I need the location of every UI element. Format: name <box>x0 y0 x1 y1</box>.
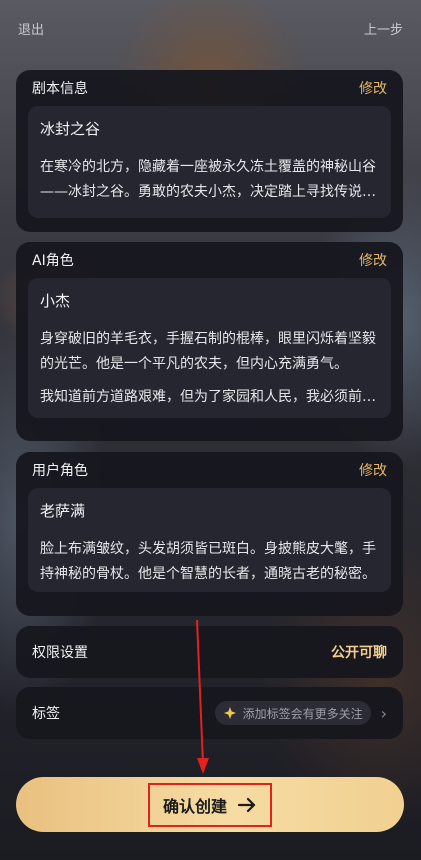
card-title: 用户角色 <box>32 463 88 479</box>
edit-script-button[interactable]: 修改 <box>359 78 387 98</box>
user-role-name: 老萨满 <box>40 502 86 520</box>
chevron-right-icon: › <box>380 703 387 723</box>
add-tags-hint-text: 添加标签会有更多关注 <box>242 706 363 721</box>
permission-label: 权限设置 <box>32 645 88 661</box>
tags-row[interactable]: 标签 添加标签会有更多关注 › <box>16 687 403 739</box>
script-info-card: 剧本信息 修改 冰封之谷 在寒冷的北方，隐藏着一座被永久冻土覆盖的神秘山谷——冰… <box>16 70 403 232</box>
script-name: 冰封之谷 <box>40 120 101 138</box>
top-bar: 退出 上一步 <box>0 0 421 56</box>
ai-role-card: AI角色 修改 小杰 身穿破旧的羊毛衣，手握石制的棍棒，眼里闪烁着坚毅的光芒。他… <box>16 242 403 441</box>
ai-role-content[interactable]: 小杰 身穿破旧的羊毛衣，手握石制的棍棒，眼里闪烁着坚毅的光芒。他是一个平凡的农夫… <box>28 278 391 418</box>
card-title: AI角色 <box>32 253 74 269</box>
permission-value: 公开可聊 <box>331 645 387 661</box>
confirm-create-button[interactable]: 确认创建 <box>16 777 404 832</box>
annotation-highlight-box: 确认创建 <box>148 782 272 827</box>
user-role-card: 用户角色 修改 老萨满 脸上布满皱纹，头发胡须皆已斑白。身披熊皮大氅，手持神秘的… <box>16 452 403 616</box>
edit-ai-role-button[interactable]: 修改 <box>359 250 387 270</box>
script-description: 在寒冷的北方，隐藏着一座被永久冻土覆盖的神秘山谷——冰封之谷。勇敢的农夫小杰，决… <box>40 159 376 200</box>
ai-role-description: 身穿破旧的羊毛衣，手握石制的棍棒，眼里闪烁着坚毅的光芒。他是一个平凡的农夫，但内… <box>40 331 376 372</box>
user-role-description: 脸上布满皱纹，头发胡须皆已斑白。身披熊皮大氅，手持神秘的骨杖。他是个智慧的长者，… <box>40 541 376 582</box>
script-info-content[interactable]: 冰封之谷 在寒冷的北方，隐藏着一座被永久冻土覆盖的神秘山谷——冰封之谷。勇敢的农… <box>28 106 391 218</box>
permission-setting-row[interactable]: 权限设置 公开可聊 <box>16 626 403 678</box>
arrow-right-icon <box>237 797 256 812</box>
add-tags-hint[interactable]: 添加标签会有更多关注 <box>214 701 371 725</box>
edit-user-role-button[interactable]: 修改 <box>359 460 387 480</box>
card-title: 剧本信息 <box>32 81 88 97</box>
ai-role-name: 小杰 <box>40 292 71 310</box>
confirm-create-label: 确认创建 <box>162 796 227 816</box>
previous-step-button[interactable]: 上一步 <box>364 19 403 38</box>
tags-label: 标签 <box>32 706 60 722</box>
sparkle-icon <box>223 707 236 719</box>
ai-role-greeting: 我知道前方道路艰难，但为了家园和人民，我必须前进。 <box>40 389 379 405</box>
exit-button[interactable]: 退出 <box>18 19 44 38</box>
user-role-content[interactable]: 老萨满 脸上布满皱纹，头发胡须皆已斑白。身披熊皮大氅，手持神秘的骨杖。他是个智慧… <box>28 488 391 592</box>
